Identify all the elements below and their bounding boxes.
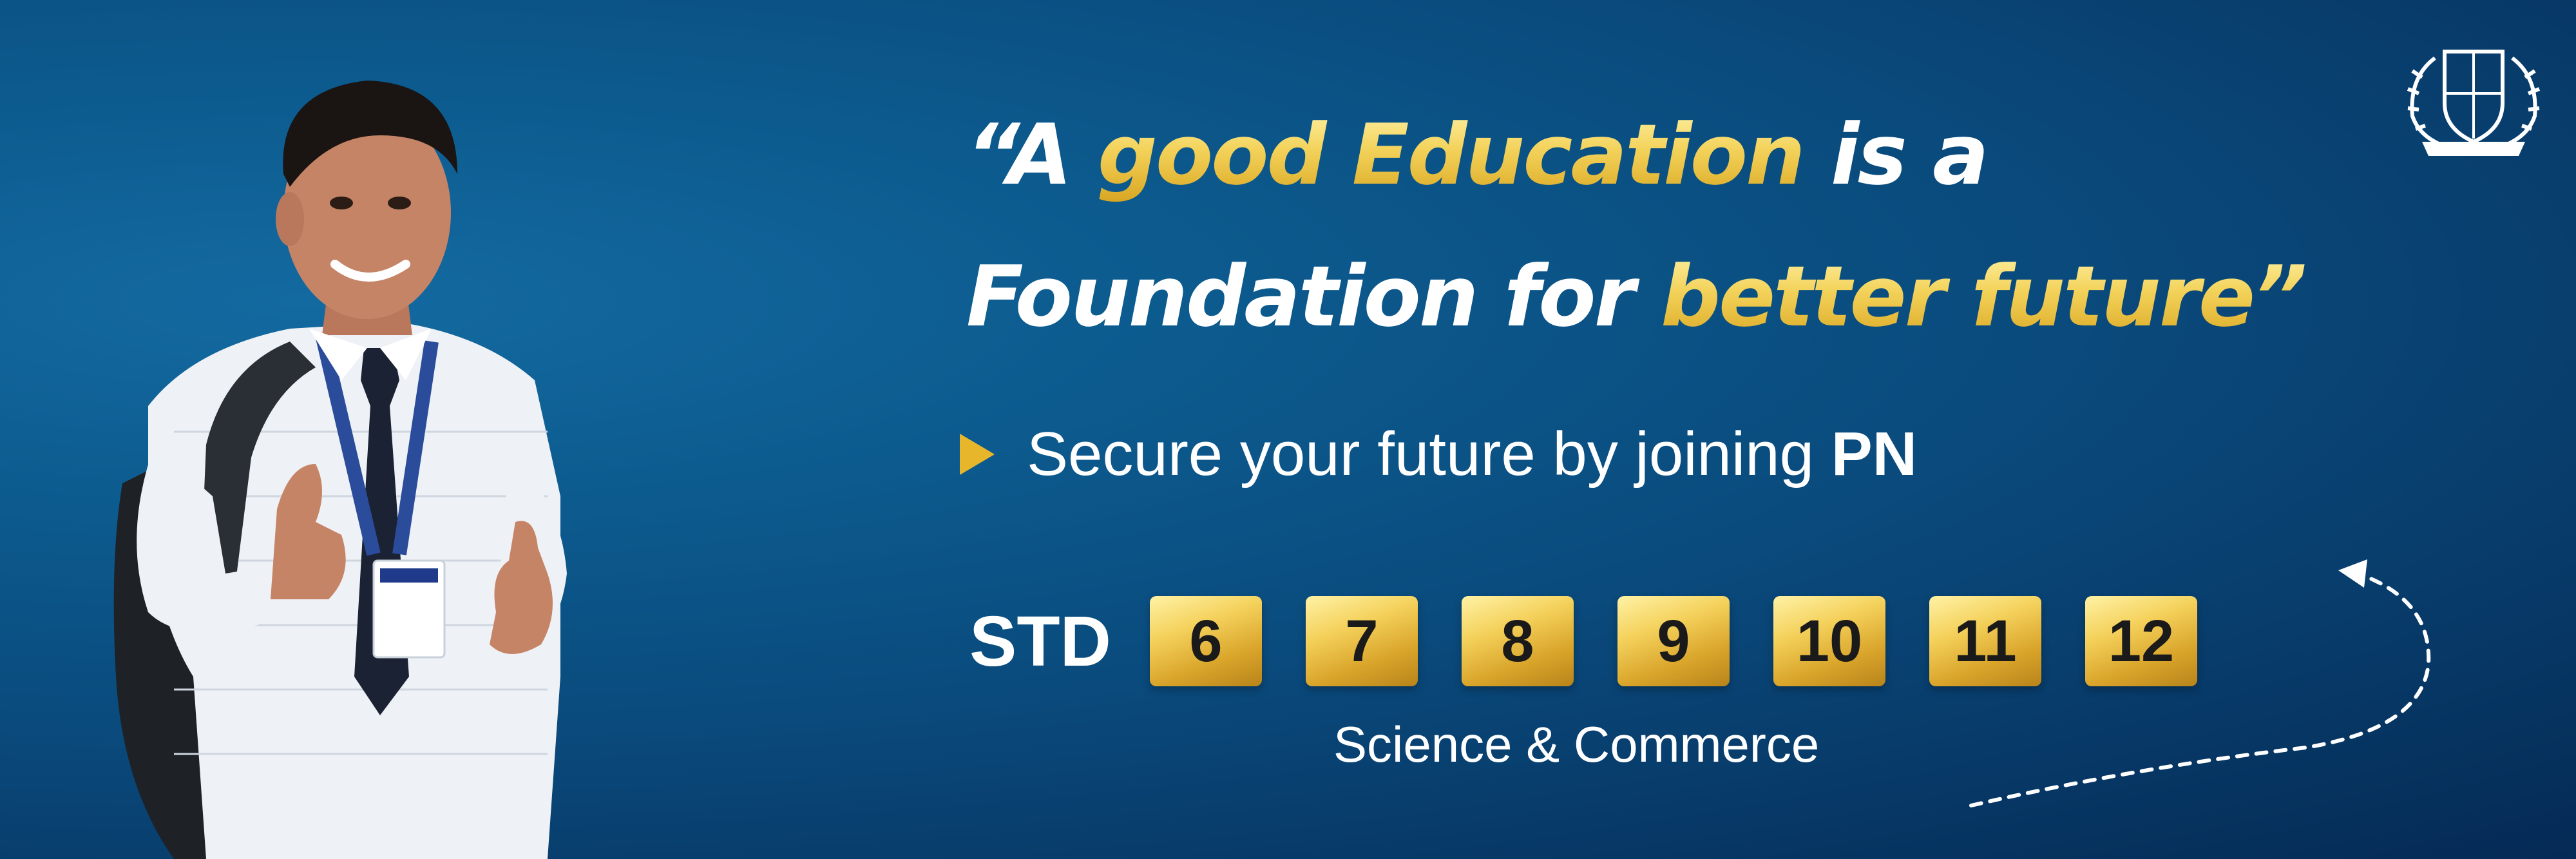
headline-rest: is a <box>1803 106 1989 204</box>
headline-highlight-2: better future <box>1660 247 2255 345</box>
grade-badge: 7 <box>1306 596 1418 686</box>
streams-label: Science & Commerce <box>1333 716 1820 773</box>
headline-lead: Foundation for <box>966 247 1661 345</box>
dashed-arrow-icon <box>1945 554 2448 825</box>
tagline-text: Secure your future by joining PN <box>1027 419 1917 490</box>
tagline: Secure your future by joining PN <box>960 412 1917 496</box>
grade-badge: 10 <box>1773 596 1885 686</box>
student-photo <box>97 45 741 859</box>
tagline-main: Secure your future by joining <box>1027 420 1831 488</box>
institute-logo <box>2396 32 2551 161</box>
grade-badge: 9 <box>1617 596 1730 686</box>
triangle-right-icon <box>960 434 995 475</box>
std-label: STD <box>969 601 1111 681</box>
grade-badge: 6 <box>1150 596 1262 686</box>
grade-badge: 8 <box>1462 596 1574 686</box>
headline: “A good Education is a Foundation for be… <box>966 113 2307 396</box>
headline-line-1: “A good Education is a <box>966 113 2305 255</box>
headline-close-quote: ” <box>2253 247 2307 345</box>
headline-open: “A <box>966 106 1098 204</box>
headline-line-2: Foundation for better future” <box>966 255 2307 396</box>
tagline-brand: PN <box>1831 420 1918 488</box>
headline-highlight-1: good Education <box>1097 106 1806 204</box>
